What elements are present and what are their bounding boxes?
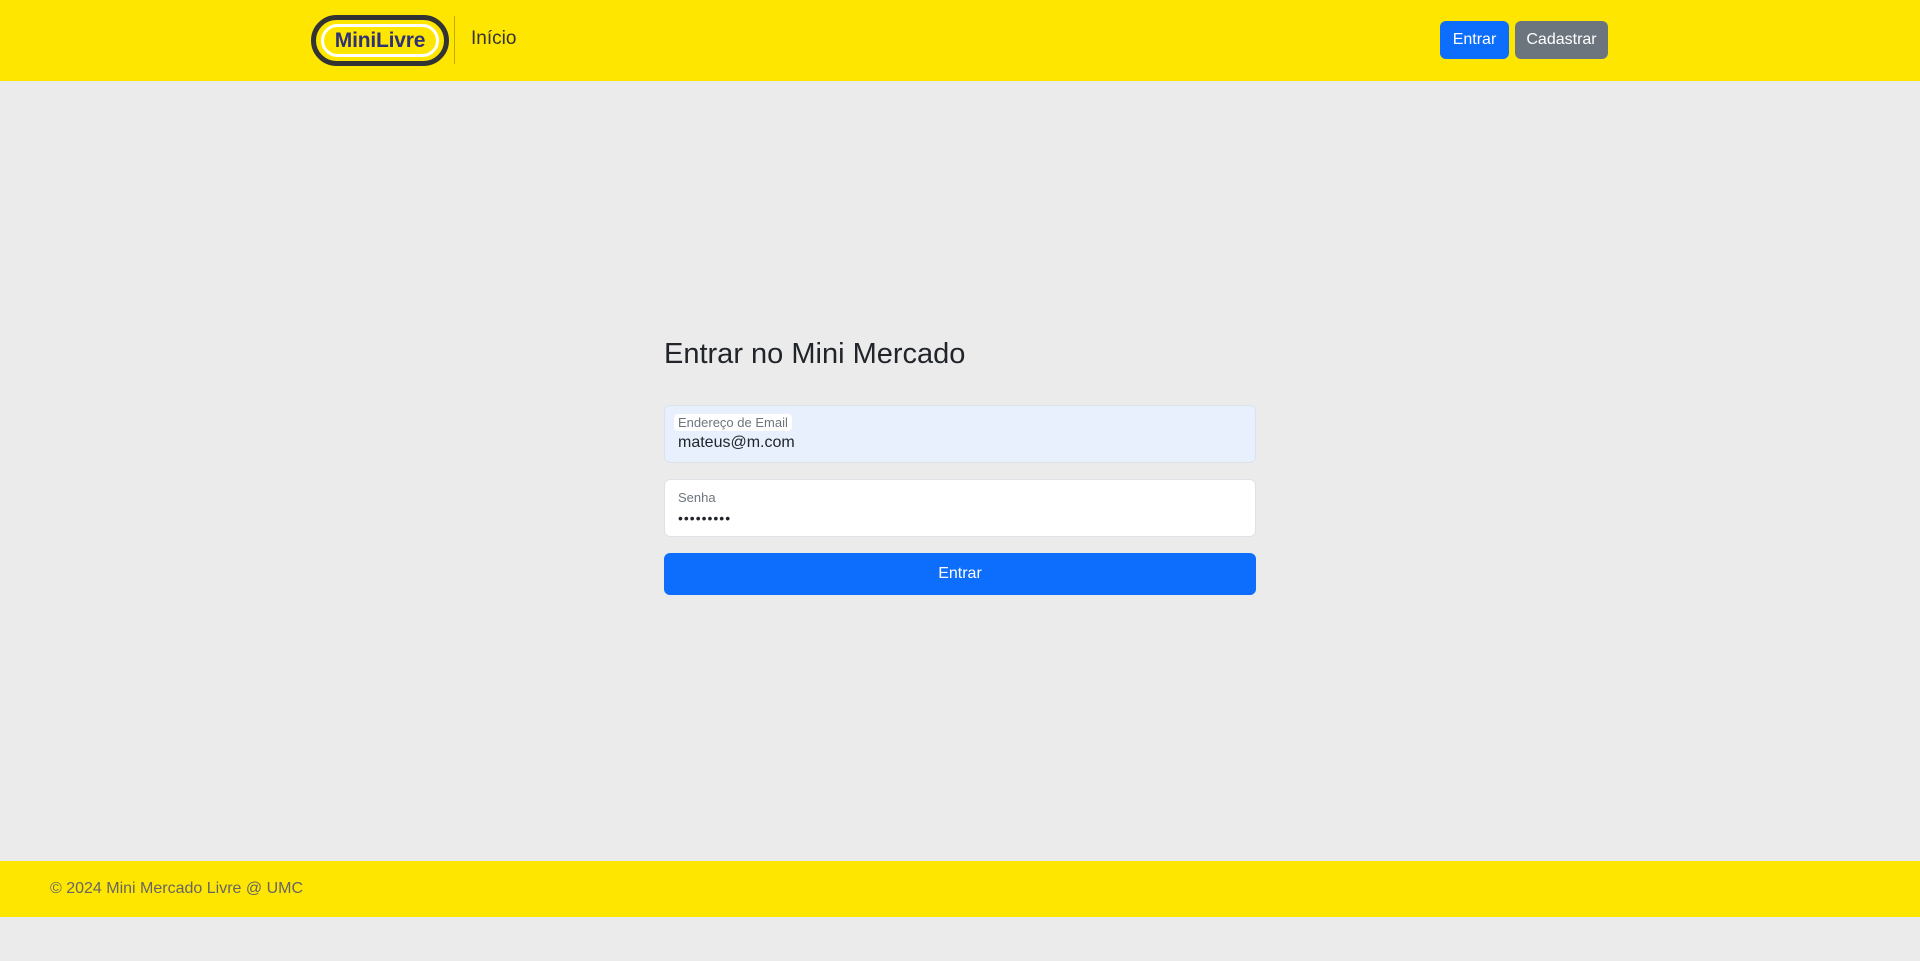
email-input[interactable]: mateus@m.com [678, 434, 1238, 452]
password-field-label: Senha [678, 490, 716, 505]
top-navbar: MiniLivre Início Entrar Cadastrar [0, 0, 1920, 81]
signup-button[interactable]: Cadastrar [1515, 21, 1608, 59]
nav-divider [454, 16, 455, 64]
footer-copyright: © 2024 Mini Mercado Livre @ UMC [50, 880, 303, 897]
email-field-label: Endereço de Email [674, 414, 792, 431]
login-button[interactable]: Entrar [1440, 21, 1509, 59]
nav-link-home[interactable]: Início [471, 28, 516, 50]
footer: © 2024 Mini Mercado Livre @ UMC [0, 861, 1920, 917]
password-input[interactable]: ••••••••• [678, 510, 1238, 526]
email-field[interactable]: Endereço de Email mateus@m.com [664, 405, 1256, 463]
submit-login-button[interactable]: Entrar [664, 553, 1256, 595]
brand-logo-text: MiniLivre [321, 24, 439, 57]
page-title: Entrar no Mini Mercado [664, 338, 966, 370]
brand-logo[interactable]: MiniLivre [311, 15, 449, 66]
password-field[interactable]: Senha ••••••••• [664, 479, 1256, 537]
